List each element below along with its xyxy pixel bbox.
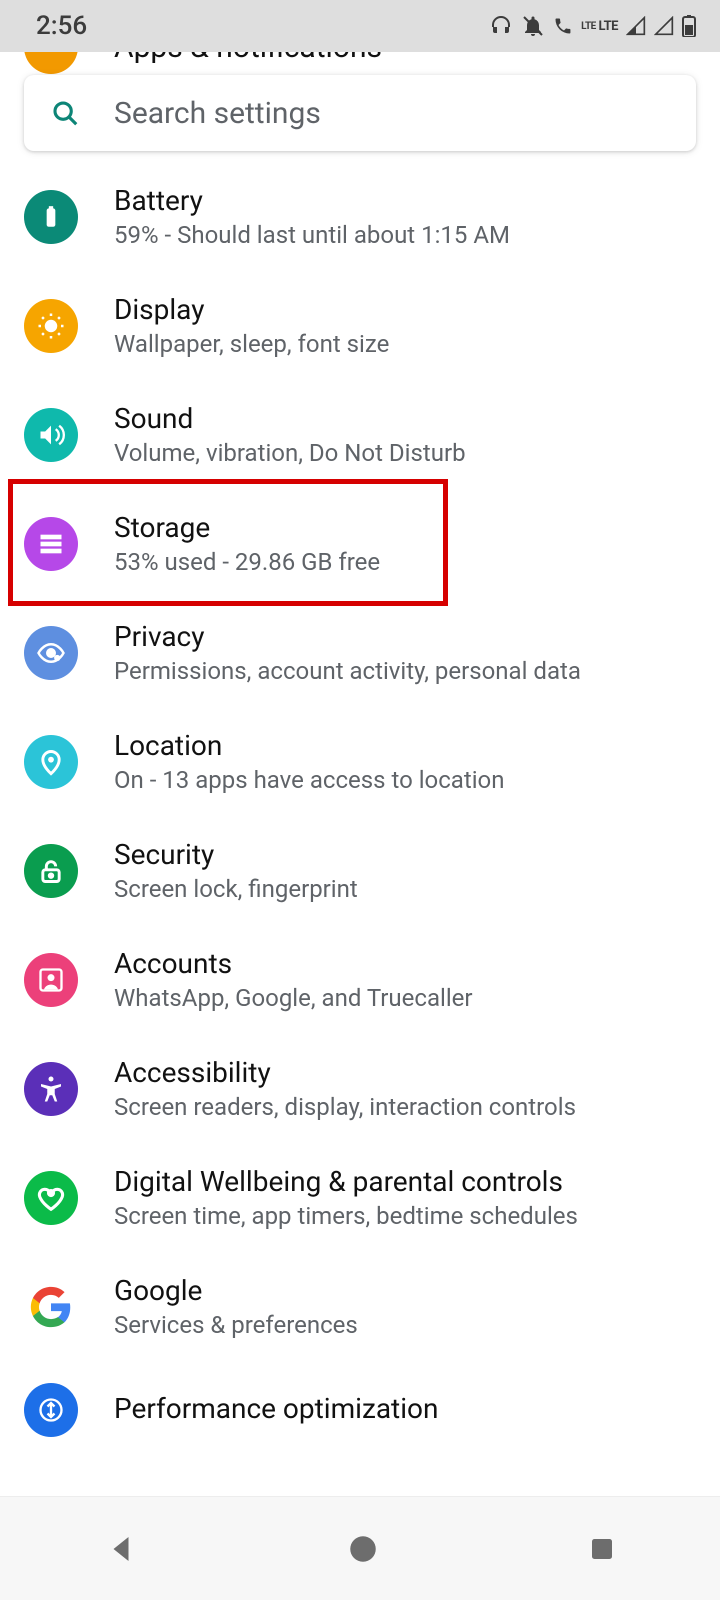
battery-status-icon	[682, 15, 696, 37]
row-subtitle: Screen readers, display, interaction con…	[114, 1093, 576, 1121]
row-subtitle: Wallpaper, sleep, font size	[114, 330, 389, 358]
search-placeholder: Search settings	[114, 96, 321, 131]
settings-row-wellbeing[interactable]: Digital Wellbeing & parental controls Scr…	[0, 1143, 720, 1252]
navigation-bar	[0, 1496, 720, 1600]
settings-list[interactable]: Battery 59% - Should last until about 1:1…	[0, 162, 720, 1496]
signal-icon-2	[654, 16, 674, 36]
row-title: Digital Wellbeing & parental controls	[114, 1165, 578, 1198]
row-subtitle: 53% used - 29.86 GB free	[114, 548, 380, 576]
row-subtitle: Permissions, account activity, personal …	[114, 657, 581, 685]
settings-row-storage[interactable]: Storage 53% used - 29.86 GB free	[0, 489, 720, 598]
status-icons-right: LTE LTE	[489, 14, 696, 38]
settings-row-sound[interactable]: Sound Volume, vibration, Do Not Disturb	[0, 380, 720, 489]
settings-row-performance[interactable]: Performance optimization	[0, 1361, 720, 1459]
google-icon	[24, 1280, 78, 1334]
nav-back-button[interactable]	[103, 1531, 139, 1567]
settings-row-location[interactable]: Location On - 13 apps have access to loca…	[0, 707, 720, 816]
row-title: Google	[114, 1274, 358, 1307]
status-bar: 2:56 LTE LTE	[0, 0, 720, 52]
settings-content[interactable]: Apps & notifications Search settings Bat…	[0, 52, 720, 1496]
row-title: Privacy	[114, 620, 581, 653]
sound-icon	[24, 408, 78, 462]
wellbeing-icon	[24, 1171, 78, 1225]
row-title: Location	[114, 729, 505, 762]
location-icon	[24, 735, 78, 789]
search-icon	[50, 98, 80, 128]
row-subtitle: On - 13 apps have access to location	[114, 766, 505, 794]
battery-icon	[24, 190, 78, 244]
row-subtitle: 59% - Should last until about 1:15 AM	[114, 221, 510, 249]
settings-row-accounts[interactable]: Accounts WhatsApp, Google, and Truecaller	[0, 925, 720, 1034]
status-time: 2:56	[36, 11, 87, 41]
signal-icon-1	[626, 16, 646, 36]
row-title: Sound	[114, 402, 466, 435]
row-title: Accessibility	[114, 1056, 576, 1089]
settings-row-accessibility[interactable]: Accessibility Screen readers, display, in…	[0, 1034, 720, 1143]
row-title: Storage	[114, 511, 380, 544]
row-subtitle: Screen time, app timers, bedtime schedul…	[114, 1202, 578, 1230]
security-icon	[24, 844, 78, 898]
row-title: Security	[114, 838, 358, 871]
volte-call-icon	[553, 16, 573, 36]
apps-icon	[24, 52, 78, 74]
nav-home-button[interactable]	[346, 1532, 380, 1566]
settings-row-display[interactable]: Display Wallpaper, sleep, font size	[0, 271, 720, 380]
row-title: Performance optimization	[114, 1392, 438, 1425]
row-subtitle: Screen lock, fingerprint	[114, 875, 358, 903]
display-icon	[24, 299, 78, 353]
row-title: Battery	[114, 184, 510, 217]
row-title: Apps & notifications	[114, 52, 382, 65]
row-subtitle: Services & preferences	[114, 1311, 358, 1339]
settings-row-google[interactable]: Google Services & preferences	[0, 1252, 720, 1361]
accounts-icon	[24, 953, 78, 1007]
lte-label: LTE LTE	[581, 19, 618, 34]
settings-row-battery[interactable]: Battery 59% - Should last until about 1:1…	[0, 162, 720, 271]
accessibility-icon	[24, 1062, 78, 1116]
headset-icon	[489, 14, 513, 38]
row-title: Accounts	[114, 947, 473, 980]
performance-icon	[24, 1383, 78, 1437]
search-settings[interactable]: Search settings	[24, 75, 696, 151]
row-title: Display	[114, 293, 389, 326]
privacy-icon	[24, 626, 78, 680]
settings-row-security[interactable]: Security Screen lock, fingerprint	[0, 816, 720, 925]
row-subtitle: WhatsApp, Google, and Truecaller	[114, 984, 473, 1012]
dnd-off-icon	[521, 14, 545, 38]
row-subtitle: Volume, vibration, Do Not Disturb	[114, 439, 466, 467]
settings-row-privacy[interactable]: Privacy Permissions, account activity, pe…	[0, 598, 720, 707]
storage-icon	[24, 517, 78, 571]
nav-recent-button[interactable]	[587, 1534, 617, 1564]
